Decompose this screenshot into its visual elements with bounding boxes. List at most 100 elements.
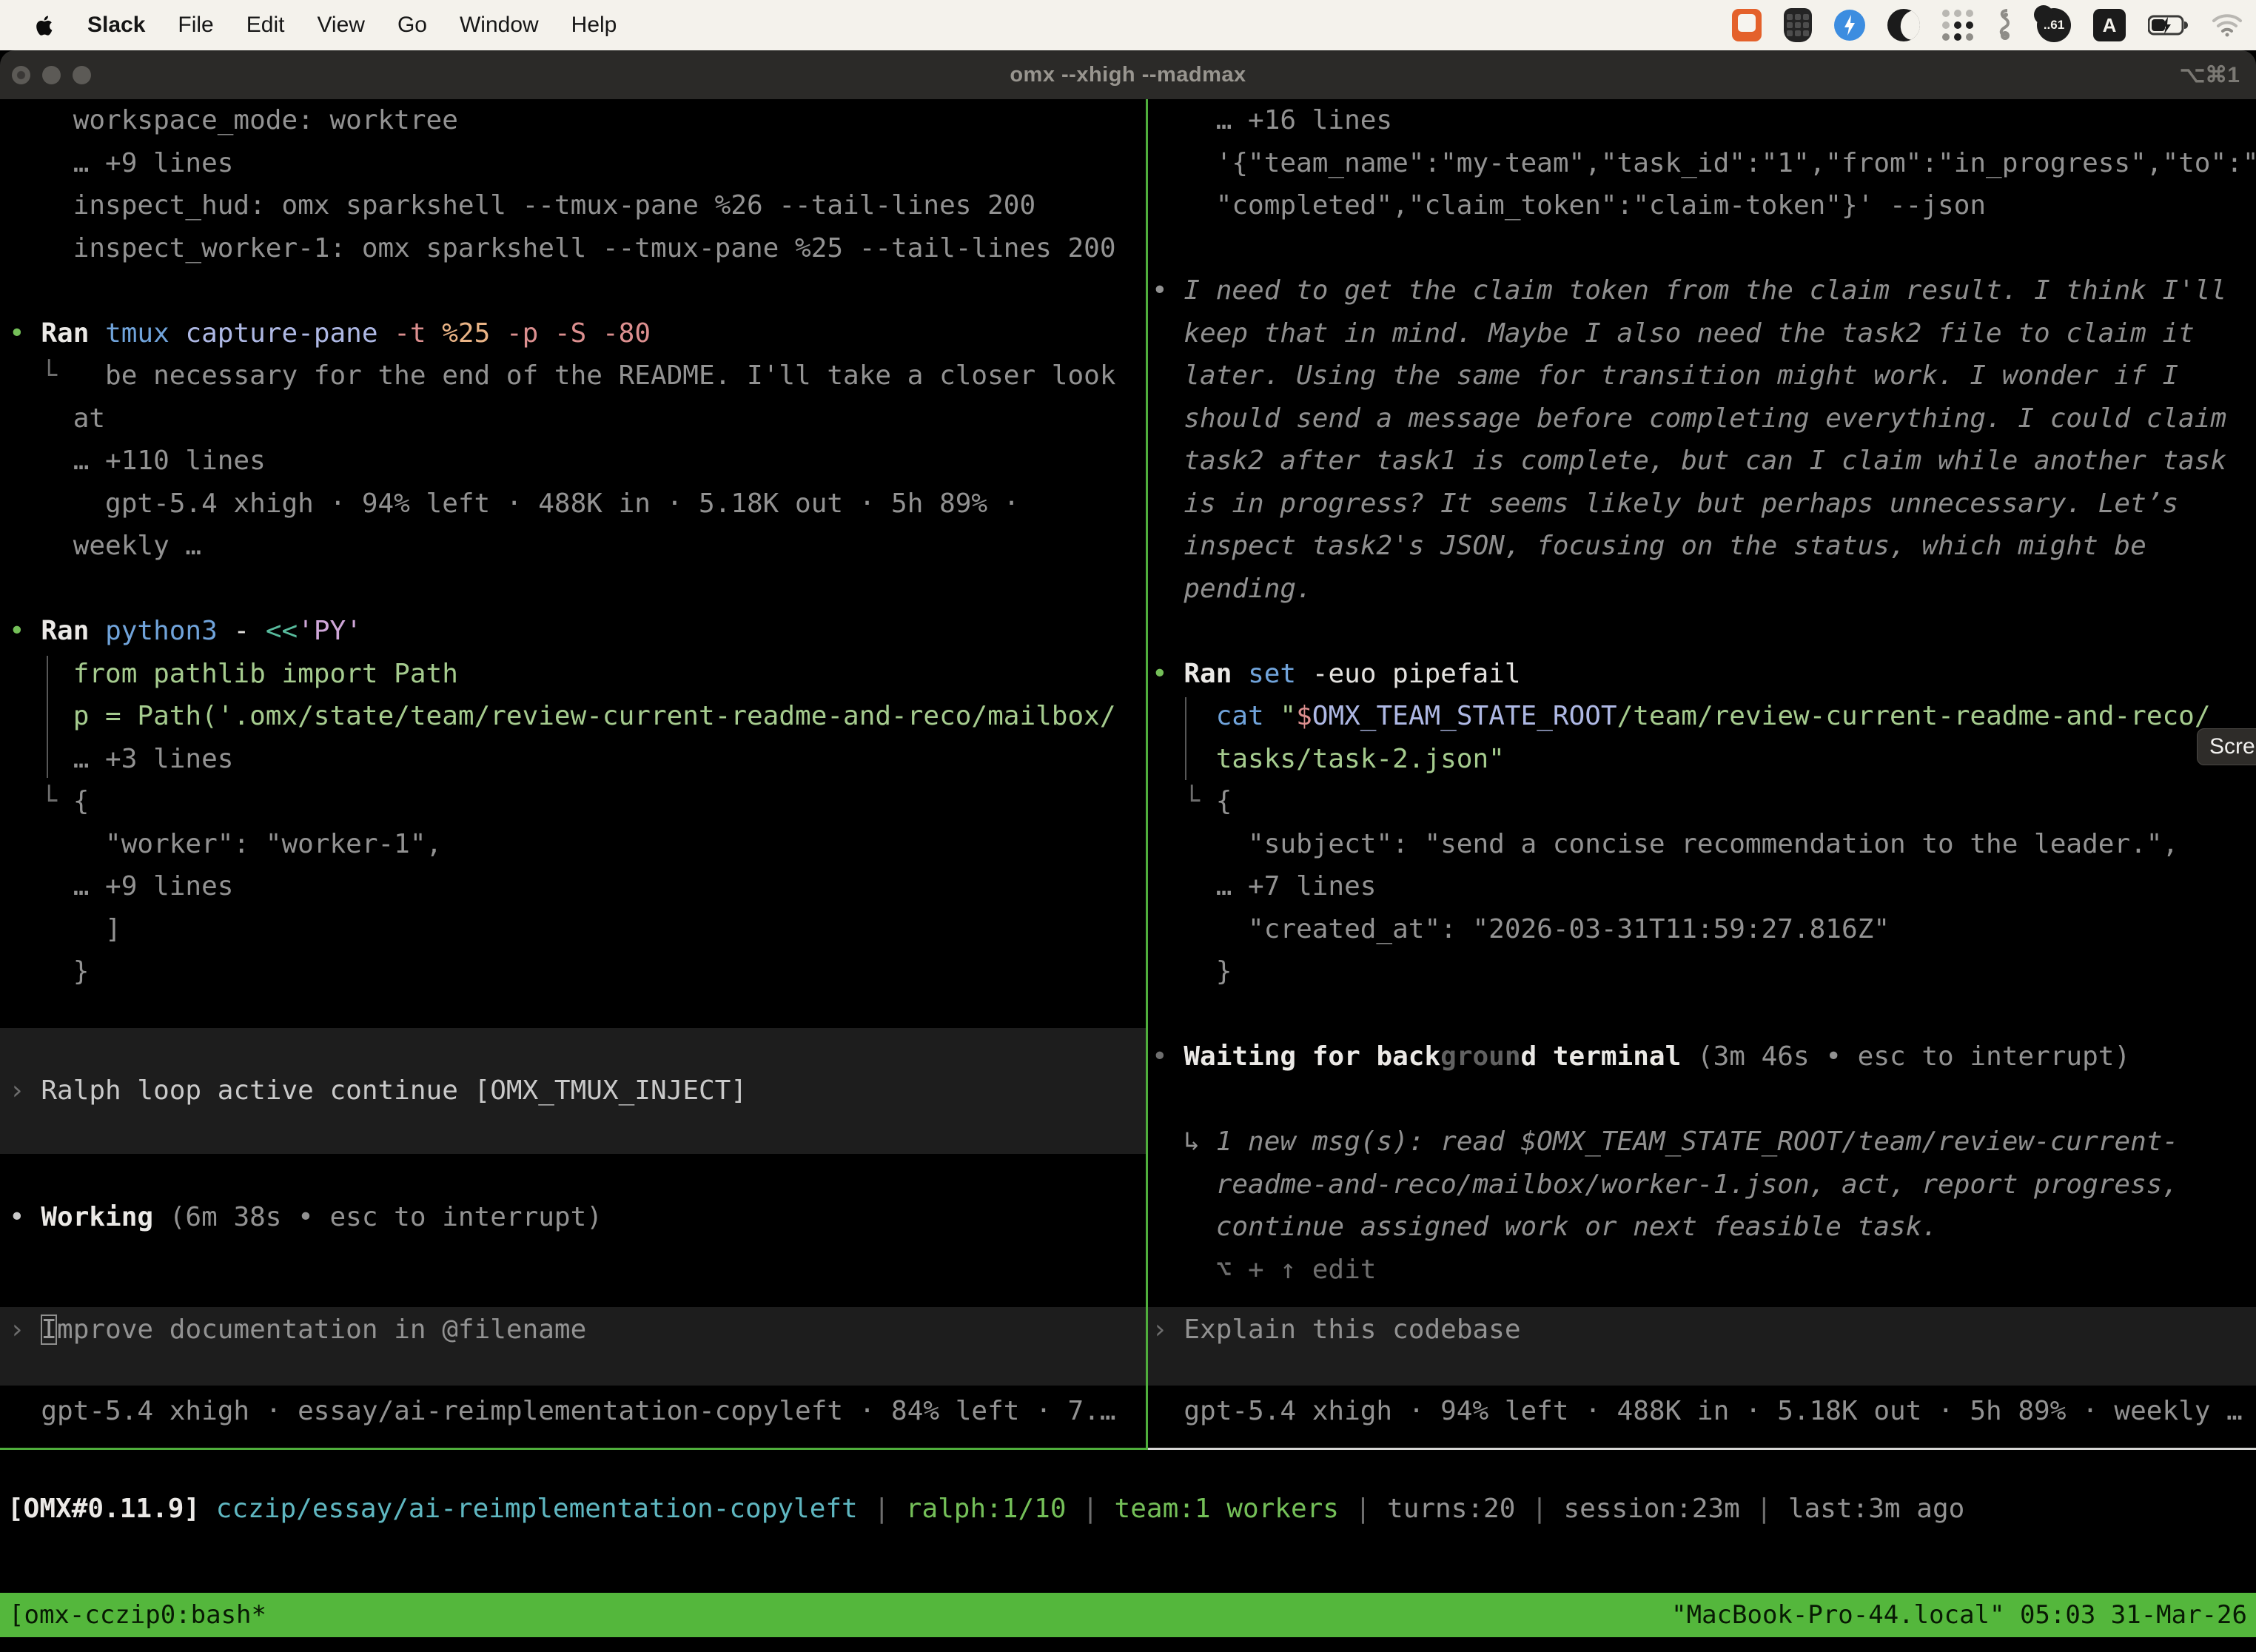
screenshot-tooltip: Scre [2197, 728, 2256, 765]
terminal-text-segment: "completed","claim_token":"claim-token"}… [1152, 190, 1986, 221]
prompt-input-box-right[interactable]: › Explain this codebase [1148, 1307, 2256, 1386]
terminal-line: task2 after task1 is complete, but can I… [1148, 440, 2256, 483]
terminal-text-segment: ralph:1/10 [906, 1494, 1067, 1524]
terminal-text-segment: } [9, 956, 89, 987]
menu-item-view[interactable]: View [317, 13, 364, 38]
terminal-line: … +9 lines [0, 142, 1146, 185]
wifi-icon[interactable] [2212, 13, 2243, 37]
terminal-line: • Waiting for background terminal (3m 46… [1148, 1035, 2256, 1078]
zoom-button[interactable] [73, 66, 91, 84]
terminal-text-segment: cczip/essay/ai-reimplementation-copyleft [216, 1494, 858, 1524]
moon-app-icon[interactable] [1887, 9, 1920, 41]
apple-menu-icon[interactable] [36, 14, 55, 37]
prompt-input-box-left[interactable]: › Improve documentation in @filename [0, 1307, 1146, 1386]
terminal-line: › Ralph loop active continue [OMX_TMUX_I… [0, 1070, 1146, 1112]
terminal-text-segment: is in progress? It seems likely but perh… [1152, 488, 2178, 519]
terminal-text-segment: … +110 lines [9, 446, 266, 476]
menu-bar-left: Slack File Edit View Go Window Help [0, 13, 617, 38]
menu-item-window[interactable]: Window [460, 13, 539, 38]
terminal-text-segment: turns:20 [1387, 1494, 1515, 1524]
indent-guide [1185, 697, 1186, 780]
terminal-line: is in progress? It seems likely but perh… [1148, 483, 2256, 526]
terminal-line: › Improve documentation in @filename [0, 1309, 1146, 1352]
terminal-text-segment: be necessary for the end of the README. … [105, 360, 1115, 391]
terminal-text-segment: $ [1296, 701, 1312, 731]
tmux-session-window-label[interactable]: [omx-cczip0:bash* [9, 1600, 266, 1630]
terminal-text-segment: mprove documentation in @filename [57, 1314, 586, 1345]
terminal-text-segment: groun [1440, 1041, 1520, 1072]
menu-item-help[interactable]: Help [571, 13, 617, 38]
terminal-text-segment: (3m 46s • esc to interrupt) [1697, 1041, 2130, 1072]
tmux-pane-right[interactable]: … +16 lines '{"team_name":"my-team","tas… [1148, 99, 2256, 1448]
indent-guide [47, 656, 48, 778]
terminal-text-segment: └ [9, 360, 105, 391]
terminal-text-segment: … +9 lines [9, 871, 233, 901]
terminal-line [1148, 227, 2256, 270]
terminal-line: gpt-5.4 xhigh · 94% left · 488K in · 5.1… [1148, 1390, 2256, 1433]
terminal-text-segment: { [73, 786, 90, 816]
terminal-text-segment: › [9, 1075, 41, 1106]
menu-item-file[interactable]: File [178, 13, 213, 38]
left-scrollback: workspace_mode: worktree … +9 lines insp… [0, 99, 1146, 993]
terminal-line [1148, 993, 2256, 1036]
menu-item-app[interactable]: Slack [87, 13, 145, 38]
terminal-text-segment: Ran [41, 318, 105, 349]
terminal-line: "completed","claim_token":"claim-token"}… [1148, 184, 2256, 227]
hook-utility-icon[interactable] [1995, 7, 2015, 43]
menu-item-edit[interactable]: Edit [246, 13, 285, 38]
terminal-text-segment: … +9 lines [9, 148, 233, 178]
terminal-text-segment: python3 [105, 616, 233, 646]
terminal-text-segment: • [9, 1202, 41, 1232]
terminal-text-segment: • [1152, 1041, 1184, 1072]
pane-divider-horizontal-left[interactable] [0, 1448, 1148, 1450]
privacy-shield-icon[interactable] [1784, 8, 1812, 42]
terminal-line: … +9 lines [0, 865, 1146, 908]
terminal-window: omx --xhigh --madmax ⌥⌘1 workspace_mode:… [0, 50, 2256, 1652]
terminal-text-segment: inspect_hud: omx sparkshell --tmux-pane … [9, 190, 1035, 221]
terminal-line: └ be necessary for the end of the README… [0, 355, 1146, 397]
terminal-line: • I need to get the claim token from the… [1148, 269, 2256, 312]
terminal-text-segment: -p -S -80 [506, 318, 651, 349]
terminal-text-segment: tasks/task-2.json" [1152, 744, 1505, 774]
terminal-text-segment: %25 [442, 318, 506, 349]
terminal-line [0, 269, 1146, 312]
terminal-text-segment: | [1067, 1494, 1115, 1524]
terminal-text-segment: … +7 lines [1152, 871, 1376, 901]
dots-grid-icon[interactable] [1942, 10, 1973, 41]
terminal-line: › Explain this codebase [1148, 1309, 2256, 1352]
battery-percentage-badge-icon[interactable]: ..61 [2037, 8, 2071, 42]
terminal-text-segment: /team/review-current-readme-and-reco/ [1617, 701, 2211, 731]
terminal-text-segment: Ran [1184, 659, 1248, 689]
input-source-icon[interactable]: A [2093, 9, 2126, 41]
terminal-line: • Ran tmux capture-pane -t %25 -p -S -80 [0, 312, 1146, 355]
terminal-text-segment: d terminal [1521, 1041, 1697, 1072]
pane-divider-horizontal-right[interactable] [1148, 1448, 2256, 1450]
terminal-text-segment: team:1 workers [1115, 1494, 1339, 1524]
screen-recording-indicator-icon[interactable] [1732, 9, 1762, 41]
terminal-line [0, 568, 1146, 611]
terminal-line: tasks/task-2.json" [1148, 738, 2256, 781]
close-button[interactable] [12, 66, 30, 84]
terminal-text-segment: capture-pane [185, 318, 394, 349]
terminal-text-segment: -euo pipefail [1312, 659, 1521, 689]
minimize-button[interactable] [42, 66, 61, 84]
tmux-pane-left[interactable]: workspace_mode: worktree … +9 lines insp… [0, 99, 1146, 1448]
terminal-text-segment: -t [394, 318, 442, 349]
terminal-text-segment: "worker": "worker-1", [9, 829, 442, 859]
terminal-line: "worker": "worker-1", [0, 823, 1146, 866]
window-titlebar[interactable]: omx --xhigh --madmax ⌥⌘1 [0, 50, 2256, 99]
terminal-text-segment: … +16 lines [1152, 105, 1392, 135]
battery-icon[interactable] [2148, 14, 2189, 36]
bolt-badge-icon[interactable] [1834, 10, 1865, 41]
terminal-text-segment: OMX_TEAM_STATE_ROOT [1312, 701, 1617, 731]
menu-item-go[interactable]: Go [397, 13, 427, 38]
terminal-line: … +7 lines [1148, 865, 2256, 908]
terminal-text-segment: << [266, 616, 298, 646]
terminal-text-segment [200, 1494, 216, 1524]
terminal-line: … +110 lines [0, 440, 1146, 483]
right-scrollback: … +16 lines '{"team_name":"my-team","tas… [1148, 99, 2256, 1291]
terminal-line: later. Using the same for transition mig… [1148, 355, 2256, 397]
terminal-text-segment: "created_at": "2026-03-31T11:59:27.816Z" [1152, 914, 1890, 944]
terminal-text-segment: I need to get the claim token from the c… [1184, 275, 2226, 306]
terminal-text-segment: › [9, 1314, 41, 1345]
